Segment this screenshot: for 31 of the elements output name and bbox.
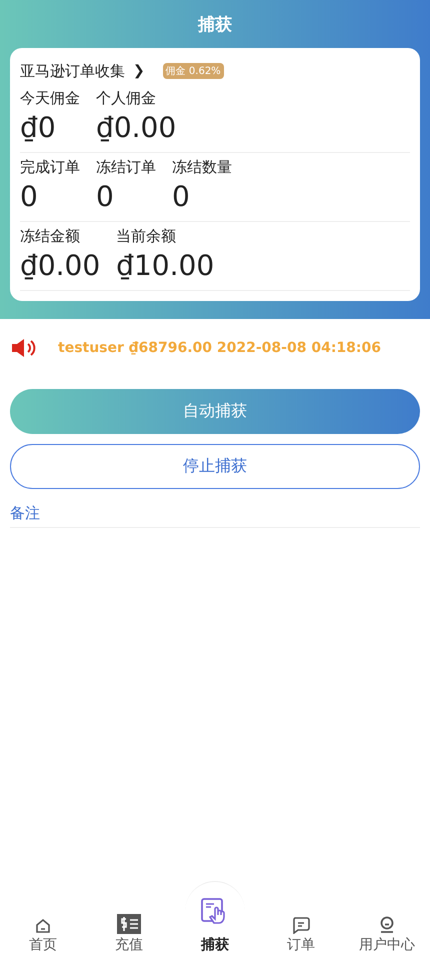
stat-value: ₫0.00 xyxy=(96,110,176,146)
stat-value: ₫10.00 xyxy=(116,248,214,284)
stat-label: 冻结金额 xyxy=(20,226,81,246)
stat-value: ₫0 xyxy=(20,110,57,146)
stat-value: 0 xyxy=(172,179,191,215)
user-icon xyxy=(379,916,395,934)
stop-capture-button[interactable]: 停止捕获 xyxy=(10,444,420,489)
dollar-list-icon xyxy=(117,914,141,934)
message-icon xyxy=(292,917,310,934)
home-icon xyxy=(35,918,51,934)
nav-tab[interactable]: 首页 xyxy=(0,918,86,954)
stat-value: 0 xyxy=(96,179,115,215)
speaker-icon xyxy=(10,337,38,359)
stat-label: 冻结订单 xyxy=(96,157,156,177)
remark-label: 备注 xyxy=(10,504,40,522)
nav-tab[interactable]: 用户中心 xyxy=(344,916,430,954)
nav-tab[interactable]: 充值 xyxy=(86,914,172,954)
card-title: 亚马逊订单收集 xyxy=(20,62,125,80)
stat-label: 冻结数量 xyxy=(172,157,232,177)
stat-label: 个人佣金 xyxy=(96,88,157,108)
nav-tab[interactable]: 捕获 xyxy=(172,881,258,954)
chevron-icon[interactable]: ❯ xyxy=(133,63,145,79)
stat-label: 今天佣金 xyxy=(20,88,80,108)
commission-badge: 佣金 0.62% xyxy=(162,63,224,79)
nav-tab[interactable]: 订单 xyxy=(258,917,344,954)
stat-label: 完成订单 xyxy=(20,157,80,177)
page-title: 捕获 xyxy=(196,14,233,36)
stat-label: 当前余额 xyxy=(116,226,178,246)
stat-value: 0 xyxy=(20,179,39,215)
stat-value: ₫0.00 xyxy=(20,248,100,284)
notice-text: testuser ₫68796.00 2022-08-08 04:18:06 xyxy=(58,340,381,356)
